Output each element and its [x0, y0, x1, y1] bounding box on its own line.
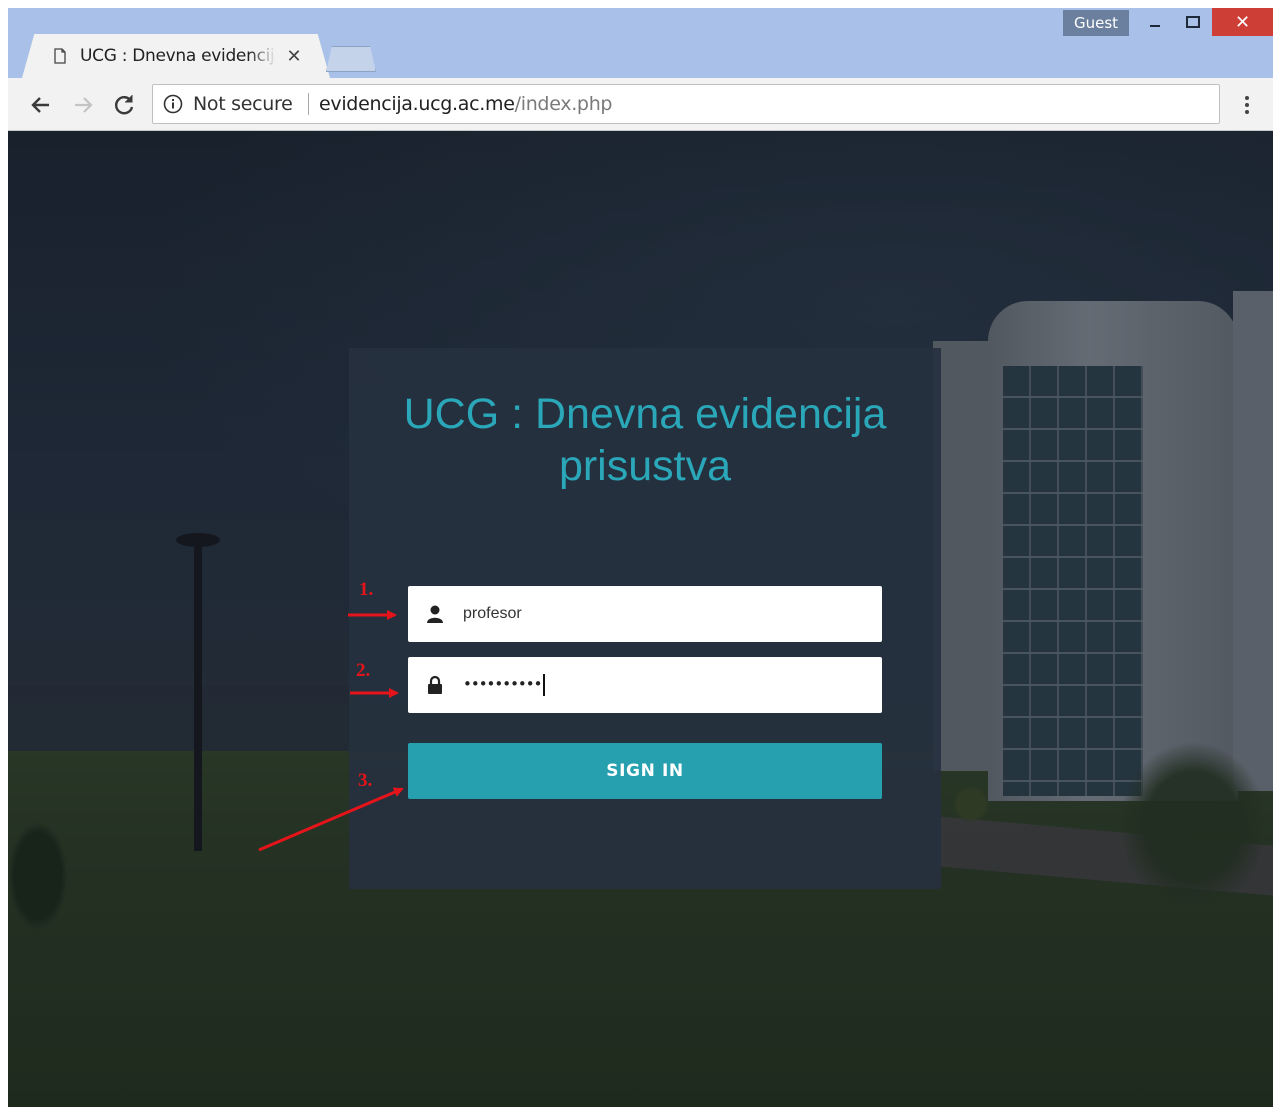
separator: [308, 93, 309, 115]
sign-in-button[interactable]: SIGN IN: [408, 743, 882, 799]
lock-icon: [428, 675, 442, 694]
page-viewport: UCG : Dnevna evidencija prisustva ••••••…: [8, 131, 1273, 1107]
annotation-step-1: 1.: [359, 579, 374, 600]
browser-toolbar: Not secure evidencija.ucg.ac.me/index.ph…: [8, 78, 1273, 131]
page-title: UCG : Dnevna evidencija prisustva: [403, 390, 887, 490]
reload-icon[interactable]: [111, 92, 137, 118]
menu-icon[interactable]: [1237, 92, 1257, 118]
annotation-step-3: 3.: [358, 770, 373, 791]
user-icon: [427, 605, 443, 623]
password-input[interactable]: ••••••••••: [463, 669, 546, 699]
username-input[interactable]: [463, 600, 863, 628]
maximize-icon: [1186, 16, 1200, 28]
annotation-step-2: 2.: [356, 660, 371, 681]
new-tab-button[interactable]: [326, 46, 376, 72]
tab-close-button[interactable]: ✕: [284, 44, 304, 68]
url-path: /index.php: [514, 93, 613, 115]
tab-title: UCG : Dnevna evidencija prisustva: [80, 46, 276, 66]
text-caret: [543, 673, 546, 696]
close-window-button[interactable]: ✕: [1212, 8, 1273, 36]
info-icon[interactable]: [163, 94, 183, 114]
url-text[interactable]: evidencija.ucg.ac.me/index.php: [319, 91, 613, 117]
back-icon[interactable]: [28, 92, 54, 118]
username-field[interactable]: [408, 586, 882, 642]
title-bar: Guest ✕ UCG : Dnevna evidencija prisustv…: [8, 8, 1273, 78]
security-label[interactable]: Not secure: [193, 91, 293, 117]
forward-icon[interactable]: [70, 92, 96, 118]
password-mask: ••••••••••: [463, 675, 542, 693]
address-bar[interactable]: Not secure evidencija.ucg.ac.me/index.ph…: [152, 84, 1220, 124]
url-host: evidencija.ucg.ac.me: [319, 93, 515, 115]
login-panel: UCG : Dnevna evidencija prisustva ••••••…: [349, 348, 941, 889]
maximize-button[interactable]: [1174, 8, 1212, 36]
password-field[interactable]: ••••••••••: [408, 657, 882, 713]
minimize-icon: [1150, 25, 1160, 27]
page-icon: [54, 48, 66, 64]
guest-profile-button[interactable]: Guest: [1063, 10, 1129, 36]
minimize-button[interactable]: [1136, 8, 1174, 36]
